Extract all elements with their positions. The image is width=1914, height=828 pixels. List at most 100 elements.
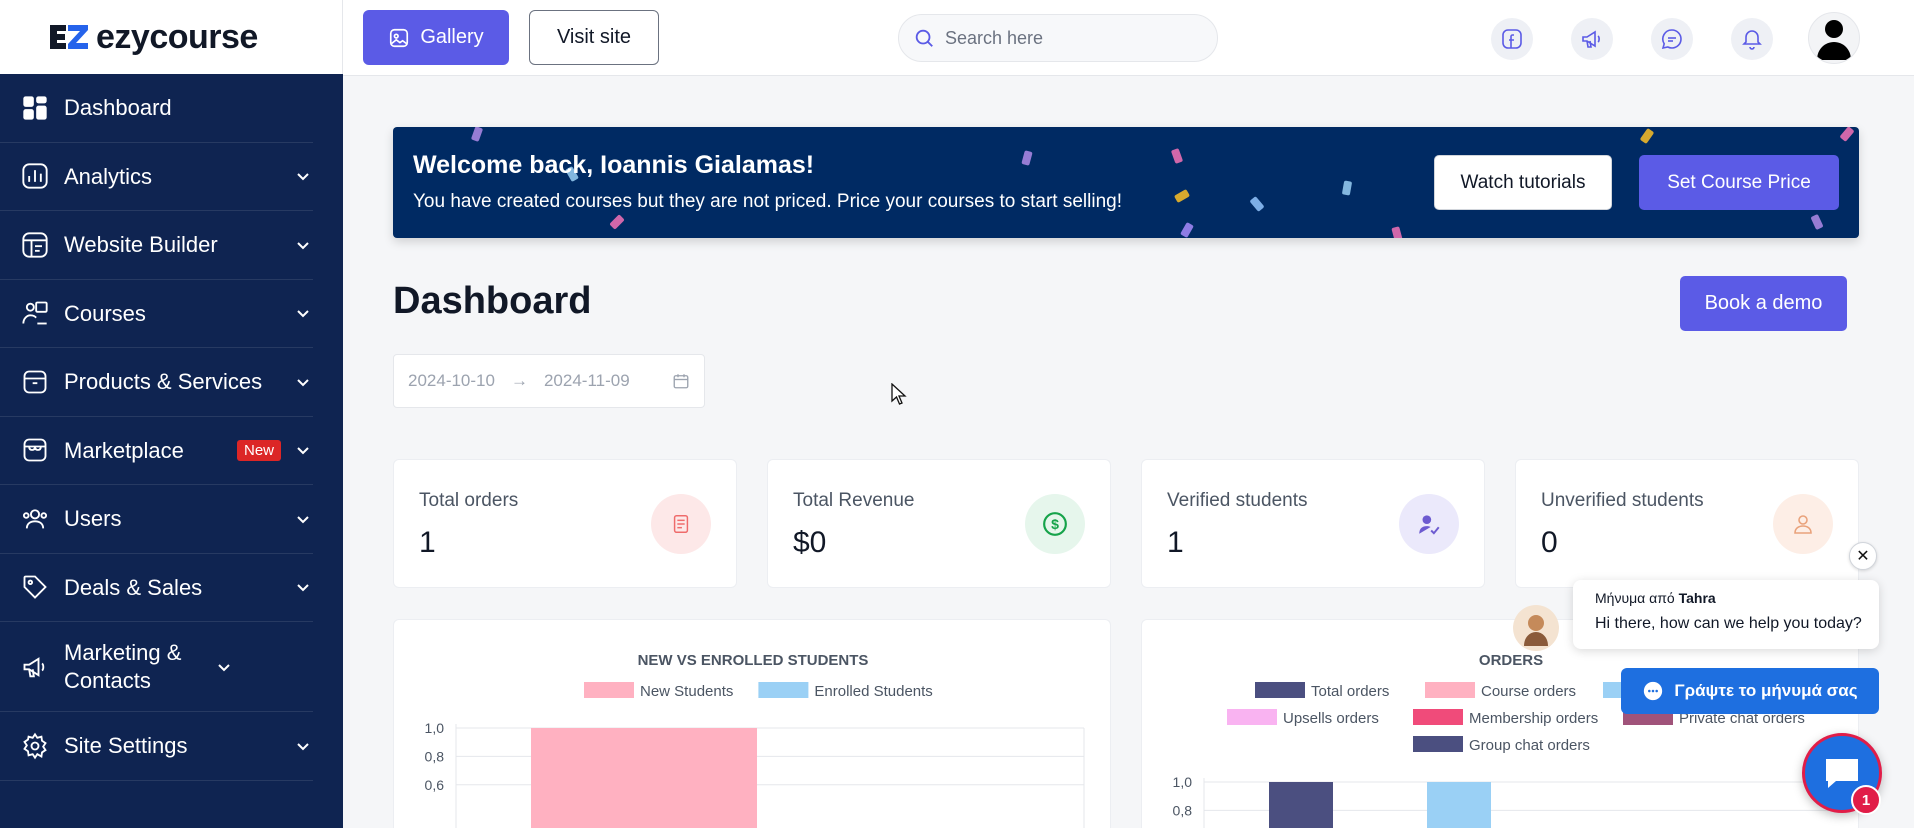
ez-logo-icon: [48, 20, 90, 54]
legend-label: Total orders: [1311, 683, 1389, 700]
stat-value: 1: [419, 526, 436, 559]
bell-icon: [1740, 27, 1764, 51]
y-tick-label: 1,0: [425, 720, 445, 736]
sidebar-item-marketing-contacts[interactable]: Marketing & Contacts: [0, 622, 313, 712]
legend-label: Group chat orders: [1469, 737, 1590, 754]
teacher-icon: [20, 298, 50, 328]
chat-launcher-icon: [1822, 755, 1862, 791]
gallery-label: Gallery: [420, 26, 484, 48]
stat-label: Unverified students: [1541, 490, 1704, 511]
date-start[interactable]: 2024-10-10: [408, 371, 495, 391]
confetti-decoration: [470, 127, 484, 142]
dollar-icon: $: [1025, 494, 1085, 554]
sidebar-item-label: Analytics: [64, 163, 153, 189]
search-icon: [913, 27, 935, 49]
stat-card-total-revenue: Total Revenue $0 $: [767, 459, 1111, 588]
confetti-decoration: [1839, 127, 1855, 142]
legend-swatch: [584, 682, 634, 698]
receipt-icon: [651, 494, 711, 554]
avatar[interactable]: [1808, 12, 1860, 64]
gallery-button[interactable]: Gallery: [363, 10, 509, 65]
confetti-decoration: [1180, 221, 1194, 238]
stat-value: 1: [1167, 526, 1184, 559]
legend-label: Course orders: [1481, 683, 1576, 700]
brand-name: ezycourse: [96, 17, 258, 56]
chat-message-bubble[interactable]: Μήνυμα από Tahra Hi there, how can we he…: [1573, 580, 1879, 649]
search-input[interactable]: [945, 27, 1185, 49]
chat-icon: [1660, 27, 1684, 51]
chat-agent-avatar: [1513, 605, 1559, 651]
sidebar-item-label: Deals & Sales: [64, 574, 203, 600]
confetti-decoration: [1810, 213, 1824, 231]
sidebar-item-label: Courses: [64, 300, 146, 326]
page-title: Dashboard: [393, 280, 592, 322]
welcome-banner: Welcome back, Ioannis Gialamas! You have…: [393, 127, 1859, 238]
chat-agent-name: Tahra: [1678, 590, 1716, 606]
chat-bubble-icon: [1642, 680, 1664, 702]
gallery-icon: [388, 27, 410, 49]
chevron-down-icon: [293, 509, 313, 529]
watch-tutorials-button[interactable]: Watch tutorials: [1434, 155, 1612, 210]
bar-series-2: [1427, 782, 1491, 828]
stat-card-unverified-students: Unverified students 0: [1515, 459, 1859, 588]
svg-text:$: $: [1051, 516, 1059, 532]
megaphone-icon: [1580, 27, 1604, 51]
sidebar-item-site-settings[interactable]: Site Settings: [0, 712, 313, 781]
mouse-cursor-icon: [891, 382, 907, 410]
chart-title: NEW VS ENROLLED STUDENTS: [638, 652, 869, 669]
chat-reply-button[interactable]: Γράψτε το μήνυμά σας: [1621, 668, 1879, 714]
sidebar-item-courses[interactable]: Courses: [0, 280, 313, 348]
sidebar-item-analytics[interactable]: Analytics: [0, 143, 313, 211]
verified-user-icon: [1399, 494, 1459, 554]
layout-icon: [20, 230, 50, 260]
students-chart: NEW VS ENROLLED STUDENTS New Students Enro…: [425, 652, 1085, 828]
sidebar-item-deals-sales[interactable]: Deals & Sales: [0, 554, 313, 622]
megaphone-icon: [20, 652, 50, 682]
sidebar-item-users[interactable]: Users: [0, 485, 313, 554]
search-box: [898, 14, 1218, 62]
stat-label: Verified students: [1167, 490, 1308, 511]
y-tick-label: 1,0: [1173, 774, 1193, 790]
sidebar-item-website-builder[interactable]: Website Builder: [0, 211, 313, 280]
legend-swatch: [1255, 682, 1305, 698]
sidebar-item-label: Users: [64, 506, 122, 531]
chart-panel-orders: ORDERS Total orders Course orders Upsells o…: [1141, 619, 1859, 828]
stat-card-verified-students: Verified students 1: [1141, 459, 1485, 588]
sidebar-item-marketplace[interactable]: Marketplace New: [0, 417, 313, 485]
chevron-down-icon: [293, 577, 313, 597]
confetti-decoration: [1391, 226, 1403, 238]
sidebar-item-label: Website Builder: [64, 232, 218, 257]
set-course-price-button[interactable]: Set Course Price: [1639, 155, 1839, 210]
topbar: Gallery Visit site: [343, 0, 1914, 76]
chat-reply-label: Γράψτε το μήνυμά σας: [1674, 681, 1858, 700]
announcements-button[interactable]: [1571, 18, 1613, 60]
store-icon: [20, 435, 50, 465]
chat-unread-badge: 1: [1851, 785, 1881, 815]
chevron-down-icon: [293, 166, 313, 186]
confetti-decoration: [1173, 189, 1191, 203]
users-icon: [20, 504, 50, 534]
chevron-down-icon: [293, 440, 313, 460]
visit-site-button[interactable]: Visit site: [529, 10, 659, 65]
confetti-decoration: [1639, 127, 1655, 145]
legend-swatch: [1425, 682, 1475, 698]
notifications-button[interactable]: [1731, 18, 1773, 60]
sidebar: Dashboard Analytics Website Builder Cour…: [0, 0, 343, 828]
sidebar-item-products-services[interactable]: Products & Services: [0, 348, 313, 417]
chat-close-button[interactable]: ✕: [1849, 542, 1877, 570]
confetti-decoration: [1249, 196, 1265, 212]
date-range-picker[interactable]: 2024-10-10 → 2024-11-09: [393, 354, 705, 408]
sidebar-item-dashboard[interactable]: Dashboard: [0, 74, 313, 143]
legend-swatch: [1413, 709, 1463, 725]
date-end[interactable]: 2024-11-09: [544, 371, 630, 391]
stat-card-total-orders: Total orders 1: [393, 459, 737, 588]
book-demo-button[interactable]: Book a demo: [1680, 276, 1847, 331]
sidebar-item-label: Products & Services: [64, 369, 263, 394]
sidebar-nav: Dashboard Analytics Website Builder Cour…: [0, 74, 343, 781]
legend-swatch: [1413, 736, 1463, 752]
facebook-button[interactable]: [1491, 18, 1533, 60]
bar-total-orders: [1269, 782, 1333, 828]
banner-title: Welcome back, Ioannis Gialamas!: [413, 151, 815, 179]
messages-button[interactable]: [1651, 18, 1693, 60]
brand-logo[interactable]: ezycourse: [0, 0, 343, 74]
